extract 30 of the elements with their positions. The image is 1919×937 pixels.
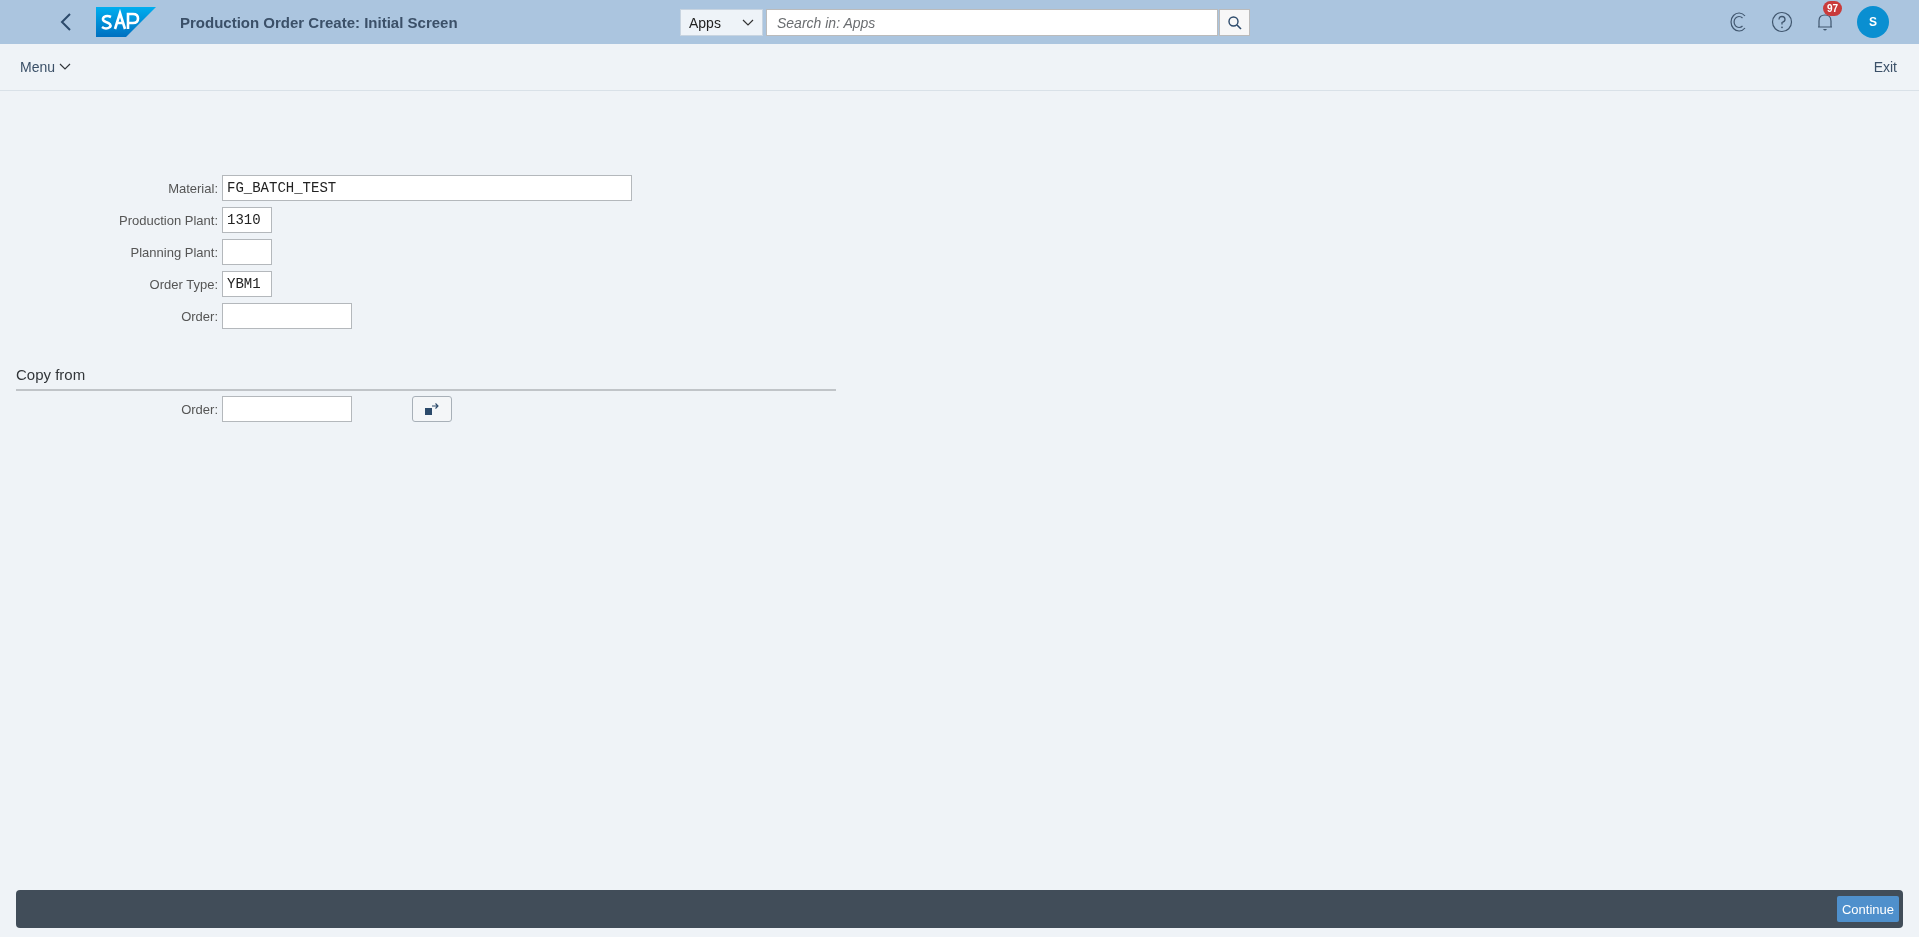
- back-icon[interactable]: [60, 13, 72, 31]
- input-field[interactable]: YBM1: [222, 271, 272, 297]
- user-avatar[interactable]: S: [1857, 6, 1889, 38]
- search-field[interactable]: Search in: Apps: [766, 9, 1218, 36]
- input-field[interactable]: 1310: [222, 207, 272, 233]
- menu-button[interactable]: Menu: [14, 55, 78, 79]
- bell-icon[interactable]: [1815, 11, 1835, 33]
- field-label: Production Plant:: [118, 212, 219, 228]
- help-icon[interactable]: [1771, 11, 1793, 33]
- field-label: Planning Plant:: [129, 244, 219, 260]
- notification-count: 97: [1823, 1, 1843, 16]
- search-icon[interactable]: [1227, 15, 1242, 30]
- input-field[interactable]: FG_BATCH_TEST: [222, 175, 632, 201]
- window-title: Production Order Create: Initial Screen: [180, 13, 458, 31]
- exit-button[interactable]: Exit: [1867, 55, 1903, 79]
- input-field[interactable]: [222, 396, 352, 422]
- logo-icon[interactable]: [96, 7, 156, 37]
- copy-icon[interactable]: [425, 403, 439, 415]
- field-label: Order:: [180, 401, 219, 417]
- field-label: Order Type:: [148, 276, 219, 292]
- copy-button[interactable]: [412, 396, 452, 422]
- search-scope-dropdown[interactable]: Apps: [680, 9, 763, 36]
- caret-icon[interactable]: [742, 18, 754, 27]
- input-field[interactable]: [222, 239, 272, 265]
- caret-icon[interactable]: [59, 63, 72, 71]
- field-label: Material:: [167, 180, 219, 196]
- search-button[interactable]: [1219, 9, 1250, 36]
- input-field[interactable]: [222, 303, 352, 329]
- section-title: Copy from: [16, 366, 836, 391]
- field-label: Order:: [180, 308, 219, 324]
